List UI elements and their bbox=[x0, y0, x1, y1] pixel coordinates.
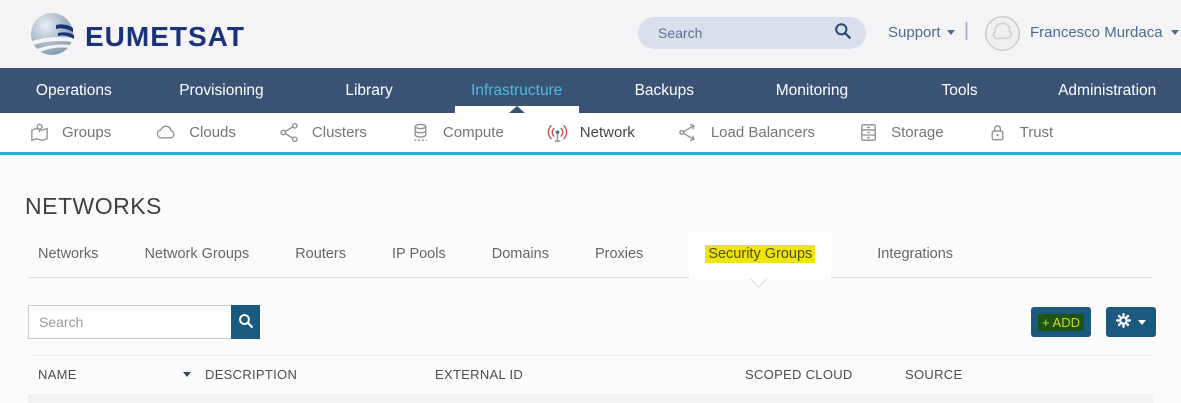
user-name: Francesco Murdaca bbox=[1030, 24, 1163, 41]
gear-icon bbox=[1116, 313, 1131, 331]
nav-item-provisioning[interactable]: Provisioning bbox=[148, 68, 296, 113]
nav-item-administration[interactable]: Administration bbox=[1033, 68, 1181, 113]
subnav-label: Load Balancers bbox=[711, 124, 815, 141]
global-search-input[interactable] bbox=[658, 25, 834, 41]
subnav-label: Clouds bbox=[189, 124, 236, 141]
nav-item-library[interactable]: Library bbox=[295, 68, 443, 113]
search-icon[interactable] bbox=[834, 22, 852, 45]
avatar[interactable] bbox=[985, 16, 1020, 51]
caret-down-icon bbox=[947, 30, 955, 35]
eumetsat-logo[interactable]: EUMETSAT bbox=[30, 12, 245, 61]
column-header-source[interactable]: SOURCE bbox=[905, 367, 1153, 382]
nav-item-infrastructure[interactable]: Infrastructure bbox=[443, 68, 591, 113]
nav-item-operations[interactable]: Operations bbox=[0, 68, 148, 113]
network-antenna-icon bbox=[546, 121, 569, 144]
tab-ip-pools[interactable]: IP Pools bbox=[392, 232, 446, 277]
load-balancer-icon bbox=[677, 121, 700, 144]
subnav-label: Storage bbox=[891, 124, 944, 141]
subnav-item-clouds[interactable]: Clouds bbox=[153, 121, 236, 144]
subnav-label: Compute bbox=[443, 124, 504, 141]
search-icon bbox=[238, 313, 254, 332]
subnav-item-load-balancers[interactable]: Load Balancers bbox=[677, 121, 815, 144]
networks-page: NETWORKS Networks Network Groups Routers… bbox=[0, 155, 1181, 403]
security-groups-table-header: NAME DESCRIPTION EXTERNAL ID SCOPED CLOU… bbox=[28, 355, 1153, 395]
storage-drawers-icon bbox=[857, 121, 880, 144]
groups-map-pin-icon bbox=[28, 121, 51, 144]
add-button-label: + ADD bbox=[1038, 314, 1084, 331]
tab-domains[interactable]: Domains bbox=[492, 232, 549, 277]
infrastructure-sub-nav: Groups Clouds Clusters Compute bbox=[0, 113, 1181, 155]
user-menu[interactable]: Francesco Murdaca bbox=[1030, 24, 1179, 41]
tab-integrations[interactable]: Integrations bbox=[877, 232, 953, 277]
column-header-external-id[interactable]: EXTERNAL ID bbox=[435, 367, 745, 382]
compute-stack-icon bbox=[409, 121, 432, 144]
subnav-label: Groups bbox=[62, 124, 111, 141]
table-search-input[interactable] bbox=[28, 305, 231, 339]
tab-proxies[interactable]: Proxies bbox=[595, 232, 643, 277]
logo-wordmark: EUMETSAT bbox=[85, 21, 245, 53]
nav-item-monitoring[interactable]: Monitoring bbox=[738, 68, 886, 113]
tab-network-groups[interactable]: Network Groups bbox=[144, 232, 249, 277]
column-header-description[interactable]: DESCRIPTION bbox=[205, 367, 435, 382]
caret-down-icon bbox=[1171, 30, 1179, 35]
table-row bbox=[28, 394, 1153, 403]
support-label: Support bbox=[888, 24, 941, 41]
column-header-scoped-cloud[interactable]: SCOPED CLOUD bbox=[745, 367, 905, 382]
subnav-item-clusters[interactable]: Clusters bbox=[278, 121, 367, 144]
column-header-name[interactable]: NAME bbox=[38, 367, 205, 382]
nav-item-backups[interactable]: Backups bbox=[591, 68, 739, 113]
header-divider: | bbox=[964, 20, 969, 42]
table-search-button[interactable] bbox=[231, 305, 260, 339]
tab-routers[interactable]: Routers bbox=[295, 232, 346, 277]
settings-dropdown-button[interactable] bbox=[1106, 307, 1156, 337]
add-button[interactable]: + ADD bbox=[1031, 307, 1091, 337]
table-search bbox=[28, 305, 260, 339]
nav-item-tools[interactable]: Tools bbox=[886, 68, 1034, 113]
tab-security-groups[interactable]: Security Groups bbox=[689, 232, 831, 277]
subnav-label: Trust bbox=[1020, 124, 1054, 141]
sort-desc-icon[interactable] bbox=[183, 372, 191, 377]
top-header: EUMETSAT Support | Francesco Murdaca bbox=[0, 0, 1181, 68]
subnav-item-storage[interactable]: Storage bbox=[857, 121, 944, 144]
trust-padlock-icon bbox=[986, 121, 1009, 144]
tab-networks[interactable]: Networks bbox=[38, 232, 98, 277]
global-search bbox=[638, 17, 866, 49]
networks-tabs: Networks Network Groups Routers IP Pools… bbox=[28, 232, 1153, 278]
cloud-icon bbox=[153, 121, 178, 144]
subnav-item-groups[interactable]: Groups bbox=[28, 121, 111, 144]
page-title: NETWORKS bbox=[25, 193, 162, 220]
support-menu[interactable]: Support bbox=[888, 24, 955, 41]
cluster-nodes-icon bbox=[278, 121, 301, 144]
search-highlight: Security Groups bbox=[705, 245, 815, 263]
column-label: NAME bbox=[38, 367, 77, 382]
subnav-item-network[interactable]: Network bbox=[546, 121, 635, 144]
eumetsat-globe-icon bbox=[30, 12, 74, 61]
subnav-item-trust[interactable]: Trust bbox=[986, 121, 1054, 144]
caret-down-icon bbox=[1138, 320, 1146, 325]
main-nav: Operations Provisioning Library Infrastr… bbox=[0, 68, 1181, 113]
subnav-item-compute[interactable]: Compute bbox=[409, 121, 504, 144]
subnav-label: Clusters bbox=[312, 124, 367, 141]
subnav-label: Network bbox=[580, 124, 635, 141]
